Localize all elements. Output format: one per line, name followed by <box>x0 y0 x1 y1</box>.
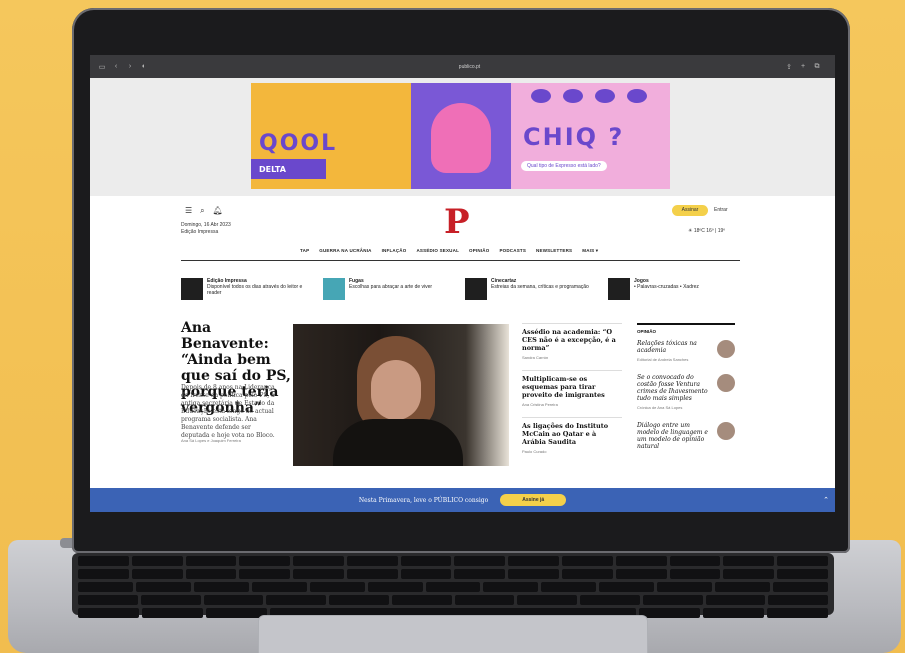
ad-face-illustration <box>431 103 491 173</box>
new-tab-icon[interactable]: + <box>799 63 807 71</box>
nav-item[interactable]: TAP <box>300 248 309 254</box>
opinion-headline: Se o convocado do costão fosse Ventura c… <box>637 374 708 402</box>
weather-widget: ☀ 18ºC 16º | 19º <box>688 228 726 234</box>
secondary-stories: Assédio na academia: “O CES não é a exce… <box>522 323 622 464</box>
promo-text: Nesta Primavera, leve o PÚBLICO consigo <box>358 496 489 504</box>
lead-photo[interactable] <box>293 324 509 466</box>
ad-question: Qual tipo de Expresso está lado? <box>521 161 607 171</box>
main-authors: Ana Sá Lopes e Joaquim Ferreira <box>181 438 241 443</box>
section-desc: Estreias da semana, críticas e programaç… <box>491 284 589 290</box>
coffee-bean-icon <box>531 89 551 103</box>
menu-icon[interactable]: ☰ <box>185 206 192 216</box>
address-bar[interactable]: publico.pt <box>154 64 785 70</box>
opinion-author: Editorial de Andreia Sanches <box>637 357 689 362</box>
section-card[interactable]: Fugas Escolhas para abraçar a arte de viv… <box>323 278 453 300</box>
sidebar-icon[interactable]: ▭ <box>98 63 106 71</box>
section-icon <box>465 278 487 300</box>
search-icon[interactable]: ⌕ <box>200 206 204 216</box>
print-edition-link[interactable]: Edição Impressa <box>181 229 231 236</box>
section-card[interactable]: Jogos • Palavras-cruzadas • Xadrez <box>608 278 738 300</box>
coffee-bean-icon <box>563 89 583 103</box>
nav-item[interactable]: ASSÉDIO SEXUAL <box>416 248 459 254</box>
bell-icon[interactable]: 🔔︎ <box>213 206 223 216</box>
privacy-icon[interactable]: ◐ <box>140 63 148 71</box>
section-text: Jogos • Palavras-cruzadas • Xadrez <box>634 278 699 300</box>
story-headline: Assédio na academia: “O CES não é a exce… <box>522 328 616 352</box>
ad-right-text: CHIQ ? <box>523 123 625 151</box>
current-date: Domingo, 16 Abr 2023 <box>181 222 231 228</box>
ad-left-panel: QOOL DELTA <box>251 83 411 189</box>
coffee-bean-icon <box>627 89 647 103</box>
site-logo[interactable]: P <box>444 202 470 242</box>
section-desc: • Palavras-cruzadas • Xadrez <box>634 284 699 290</box>
ad-left-text: QOOL <box>259 131 338 156</box>
story-author: Sandra Carrón <box>522 355 549 360</box>
advertisement[interactable]: QOOL DELTA CHIQ ? Qual tipo de Expresso … <box>251 83 670 189</box>
story-headline: As ligações do Instituto McCain ao Qatar… <box>522 422 609 446</box>
section-card[interactable]: Edição Impressa Disponível todos os dias … <box>181 278 311 300</box>
header-icons: ☰ ⌕ 🔔︎ <box>185 206 223 216</box>
ad-banner: QOOL DELTA CHIQ ? Qual tipo de Expresso … <box>90 78 835 196</box>
ad-brand: DELTA <box>251 159 326 179</box>
section-icon <box>608 278 630 300</box>
back-icon[interactable]: ‹ <box>112 63 120 71</box>
avatar <box>717 422 735 440</box>
date-block: Domingo, 16 Abr 2023 Edição Impressa <box>181 222 231 236</box>
main-lede: Depois de 8 anos na Liderança da frente … <box>181 384 275 439</box>
subscribe-button[interactable]: Assinar <box>672 205 708 216</box>
opinion-headline: Diálogo entre um modelo de linguagem e u… <box>637 422 708 450</box>
section-icon <box>323 278 345 300</box>
laptop-screen: ▭ ‹ › ◐ publico.pt ⇪ + ⧉ QOOL DELTA CHIQ… <box>90 55 835 512</box>
section-text: Edição Impressa Disponível todos os dias … <box>207 278 311 300</box>
promo-subscribe-button[interactable]: Assine já <box>500 494 567 506</box>
opinion-item[interactable]: Relações tóxicas na academia Editorial de… <box>637 340 735 362</box>
nav-item[interactable]: GUERRA NA UCRÂNIA <box>319 248 371 254</box>
ad-illustration <box>411 83 511 189</box>
section-text: Cinecartaz Estreias da semana, críticas e… <box>491 278 589 300</box>
chevron-up-icon[interactable]: ⌃ <box>823 496 829 504</box>
scene: ▭ ‹ › ◐ publico.pt ⇪ + ⧉ QOOL DELTA CHIQ… <box>0 0 905 653</box>
opinion-item[interactable]: Se o convocado do costão fosse Ventura c… <box>637 374 735 410</box>
opinion-item[interactable]: Diálogo entre um modelo de linguagem e u… <box>637 422 735 453</box>
story-author: Paulo Curado <box>522 449 547 454</box>
promo-banner: Nesta Primavera, leve o PÚBLICO consigo … <box>90 488 835 512</box>
nav-item[interactable]: OPINIÃO <box>469 248 489 254</box>
opinion-label: OPINIÃO <box>637 323 735 334</box>
list-item[interactable]: As ligações do Instituto McCain ao Qatar… <box>522 417 622 454</box>
section-desc: Disponível todos os dias através do leit… <box>207 284 303 296</box>
section-text: Fugas Escolhas para abraçar a arte de viv… <box>349 278 432 300</box>
avatar <box>717 374 735 392</box>
site-header: ☰ ⌕ 🔔︎ Domingo, 16 Abr 2023 Edição Impre… <box>90 196 835 261</box>
tabs-icon[interactable]: ⧉ <box>813 63 821 71</box>
nav-item[interactable]: MAIS ▾ <box>582 248 598 254</box>
forward-icon[interactable]: › <box>126 63 134 71</box>
nav-item[interactable]: NEWSLETTERS <box>536 248 572 254</box>
section-icon <box>181 278 203 300</box>
share-icon[interactable]: ⇪ <box>785 63 793 71</box>
avatar <box>717 340 735 358</box>
opinion-author: Crónica de Ana Sá Lopes <box>637 405 683 410</box>
coffee-bean-icon <box>595 89 615 103</box>
section-card[interactable]: Cinecartaz Estreias da semana, críticas e… <box>465 278 595 300</box>
opinion-column: OPINIÃO Relações tóxicas na academia Edit… <box>637 323 735 465</box>
news-page: ☰ ⌕ 🔔︎ Domingo, 16 Abr 2023 Edição Impre… <box>90 196 835 512</box>
main-nav: TAP GUERRA NA UCRÂNIA INFLAÇÃO ASSÉDIO SEXU… <box>300 248 598 254</box>
nav-item[interactable]: PODCASTS <box>499 248 526 254</box>
list-item[interactable]: Assédio na academia: “O CES não é a exce… <box>522 323 622 360</box>
story-author: Ana Cristina Pereira <box>522 402 558 407</box>
trackpad <box>258 615 648 653</box>
login-link[interactable]: Entrar <box>714 205 728 216</box>
opinion-headline: Relações tóxicas na academia <box>637 340 697 354</box>
story-headline: Multiplicam-se os esquemas para tirar pr… <box>522 375 605 399</box>
ad-right-panel: CHIQ ? Qual tipo de Expresso está lado? <box>511 83 670 189</box>
keyboard <box>72 553 834 618</box>
nav-item[interactable]: INFLAÇÃO <box>382 248 407 254</box>
header-divider <box>181 260 740 261</box>
photo-body <box>333 419 463 466</box>
section-desc: Escolhas para abraçar a arte de viver <box>349 284 433 290</box>
browser-toolbar: ▭ ‹ › ◐ publico.pt ⇪ + ⧉ <box>90 55 835 78</box>
photo-face <box>371 360 421 420</box>
list-item[interactable]: Multiplicam-se os esquemas para tirar pr… <box>522 370 622 407</box>
